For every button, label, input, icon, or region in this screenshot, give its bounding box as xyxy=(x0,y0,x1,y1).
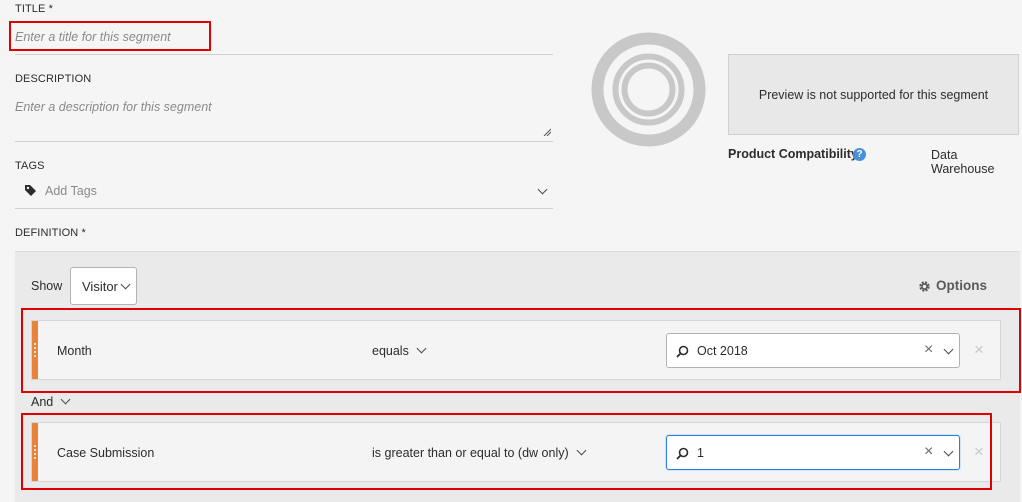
connector-chevron-down-icon xyxy=(60,394,71,405)
segment-rings-icon xyxy=(591,32,706,147)
connector-label: And xyxy=(31,395,54,409)
show-container-value: Visitor xyxy=(82,279,118,294)
title-label: TITLE * xyxy=(15,3,53,15)
description-textarea[interactable]: Enter a description for this segment xyxy=(15,98,553,138)
resize-handle-icon[interactable] xyxy=(543,128,551,136)
show-container-select[interactable]: Visitor xyxy=(70,267,137,305)
tags-input[interactable]: Add Tags xyxy=(15,180,553,204)
product-compatibility-value: Data Warehouse xyxy=(931,148,995,176)
tag-icon xyxy=(25,185,36,196)
definition-label: DEFINITION * xyxy=(15,227,86,239)
preview-message: Preview is not supported for this segmen… xyxy=(758,88,989,102)
tags-placeholder: Add Tags xyxy=(45,184,97,198)
tags-chevron-down-icon[interactable] xyxy=(537,184,548,195)
help-icon[interactable]: ? xyxy=(853,148,866,161)
options-label: Options xyxy=(936,278,987,293)
tags-underline xyxy=(15,208,553,209)
tags-label: TAGS xyxy=(15,160,45,172)
title-underline xyxy=(15,54,553,55)
show-label: Show xyxy=(31,279,63,293)
product-compatibility-label: Product Compatibility xyxy=(728,147,858,161)
description-placeholder: Enter a description for this segment xyxy=(15,100,212,114)
and-connector-dropdown[interactable]: And xyxy=(31,394,71,409)
rule-highlight-box xyxy=(21,308,1021,393)
description-underline xyxy=(15,141,553,142)
rule-highlight-box xyxy=(21,413,992,490)
description-label: DESCRIPTION xyxy=(15,73,92,85)
show-chevron-down-icon xyxy=(120,279,131,290)
title-highlight-box xyxy=(9,21,211,51)
gear-icon xyxy=(919,281,930,292)
preview-panel: Preview is not supported for this segmen… xyxy=(728,54,1019,135)
